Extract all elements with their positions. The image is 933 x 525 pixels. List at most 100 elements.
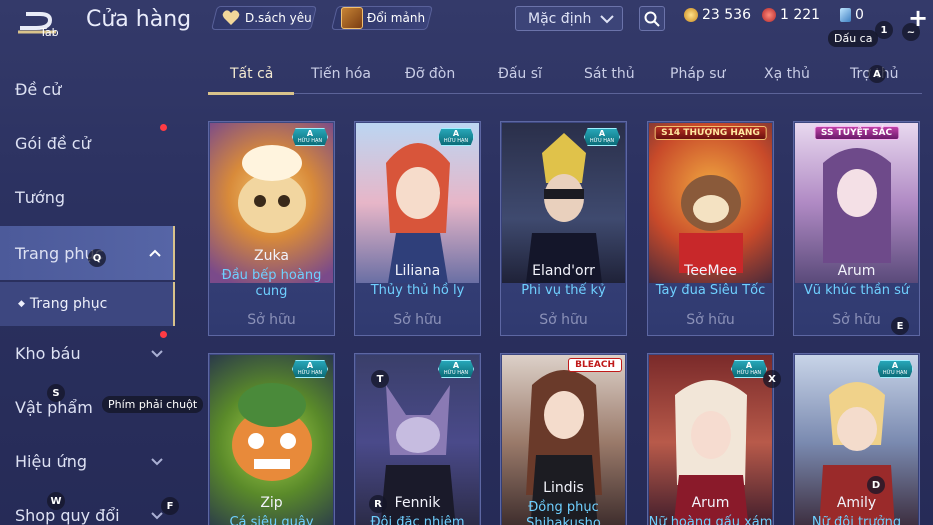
sidebar-item-label: Gói đề cử — [15, 133, 91, 153]
sidebar-item-treasure[interactable]: Kho báu — [0, 326, 175, 380]
page-title: Cửa hàng — [86, 7, 192, 32]
rank-badge: A HỮU HẠN — [438, 128, 474, 146]
sort-value: Mặc định — [528, 10, 592, 27]
hotkey-badge-f: F — [161, 497, 179, 515]
gold-coin-icon — [684, 8, 698, 22]
skin-name: Vũ khúc thần sứ — [803, 283, 910, 298]
owned-status: Sở hữu — [539, 312, 588, 328]
hero-name: Arum — [691, 495, 730, 511]
tab-tank[interactable]: Đỡ đòn — [405, 66, 455, 82]
hero-name: Eland'orr — [532, 263, 595, 279]
fragment-chest-icon — [341, 7, 363, 29]
skin-card[interactable]: A HỮU HẠN Zip Cá siêu quậy — [208, 353, 335, 525]
sidebar-subitem-skins[interactable]: ◆ Trang phục — [0, 282, 175, 326]
skin-name: Phi vụ thế kỷ — [521, 283, 606, 298]
hotkey-tooltip: Dấu ca — [828, 30, 879, 47]
hero-name: Liliana — [394, 263, 441, 279]
bullet-icon: ◆ — [18, 299, 25, 309]
sidebar-item-skins[interactable]: Trang phục — [0, 226, 175, 280]
gem-currency: 1 221 — [762, 7, 820, 23]
hero-name: Lindis — [543, 480, 584, 496]
tab-marksman[interactable]: Xạ thủ — [764, 66, 810, 82]
sort-dropdown[interactable]: Mặc định — [515, 6, 623, 31]
active-tab-indicator — [208, 92, 294, 95]
ruby-icon — [762, 8, 776, 22]
gold-currency: 23 536 — [684, 7, 751, 23]
skin-card[interactable]: SS TUYỆT SẮC Arum Vũ khúc thần sứ Sở hữu — [793, 121, 920, 336]
skin-name: Cá siêu quậy — [229, 515, 314, 525]
rank-badge: A HỮU HẠN — [438, 360, 474, 378]
tab-fighter[interactable]: Đấu sĩ — [498, 66, 542, 82]
hero-name: Zip — [260, 495, 283, 511]
hotkey-badge-r: R — [369, 495, 387, 513]
skin-card[interactable]: A HỮU HẠN Eland'orr Phi vụ thế kỷ Sở hữu — [500, 121, 627, 336]
skin-card[interactable]: A HỮU HẠN Liliana Thủy thủ hồ ly Sở hữu — [354, 121, 481, 336]
hotkey-badge-a: A — [868, 65, 886, 83]
hero-name: Zuka — [254, 248, 289, 264]
skin-name: Đồng phục Shihakusho — [526, 500, 601, 525]
sidebar-item-label: Shop quy đổi — [15, 505, 120, 525]
heart-icon — [221, 8, 241, 28]
skin-card[interactable]: S14 THƯỢNG HẠNG TeeMee Tay đua Siêu Tốc … — [647, 121, 774, 336]
sidebar-item-label: Đề cử — [15, 79, 62, 99]
hotkey-badge-d: D — [867, 476, 885, 494]
sidebar-item-featured-packs[interactable]: Gói đề cử — [0, 116, 175, 170]
voucher-currency: 0 — [840, 7, 864, 23]
hero-name: Arum — [837, 263, 876, 279]
skin-name: Đầu bếp hoàng cung — [221, 268, 322, 299]
tier-badge: SS TUYỆT SẮC — [813, 126, 900, 140]
owned-status: Sở hữu — [393, 312, 442, 328]
tier-badge: S14 THƯỢNG HẠNG — [654, 126, 767, 140]
skin-card[interactable]: A HỮU HẠN Arum Nữ hoàng gấu xám — [647, 353, 774, 525]
sidebar-item-heroes[interactable]: Tướng — [0, 170, 175, 224]
tab-all[interactable]: Tất cả — [230, 66, 273, 82]
hotkey-badge-q: Q — [88, 249, 106, 267]
skin-name: Tay đua Siêu Tốc — [655, 283, 766, 298]
owned-status: Sở hữu — [247, 312, 296, 328]
right-click-tooltip: Phím phải chuột — [102, 396, 204, 413]
skin-name: Nữ đội trưởng — [811, 515, 902, 525]
add-currency-button[interactable]: + — [908, 4, 928, 32]
rank-badge: A HỮU HẠN — [731, 360, 767, 378]
chevron-down-icon — [151, 350, 163, 358]
rank-badge: A HỮU HẠN — [584, 128, 620, 146]
sidebar-item-label: Tướng — [15, 187, 65, 207]
exchange-fragments-button[interactable]: Đổi mảnh — [331, 6, 433, 30]
chevron-down-icon — [600, 14, 614, 23]
sidebar-item-featured[interactable]: Đề cử — [0, 62, 175, 116]
rank-badge: A HỮU HẠN — [292, 360, 328, 378]
search-button[interactable] — [639, 6, 665, 31]
tab-hotkey-hint: Tab — [40, 26, 59, 39]
sidebar-item-exchange-shop[interactable]: Shop quy đổi — [0, 488, 175, 525]
hotkey-badge-w: W — [47, 492, 65, 510]
tab-assassin[interactable]: Sát thủ — [584, 66, 635, 82]
rank-badge: A HỮU HẠN — [292, 128, 328, 146]
skin-name: Nữ hoàng gấu xám — [648, 515, 773, 525]
hero-name: Amily — [836, 495, 877, 511]
gold-amount: 23 536 — [702, 7, 751, 23]
skin-card[interactable]: A HỮU HẠN Amily Nữ đội trưởng — [793, 353, 920, 525]
hotkey-badge-x: X — [763, 370, 781, 388]
skin-card[interactable]: BLEACH Lindis Đồng phục Shihakusho — [500, 353, 627, 525]
sidebar: Đề cử Gói đề cử Tướng Trang phục ◆ Trang… — [0, 62, 175, 525]
wishlist-button[interactable]: D.sách yêu — [211, 6, 317, 30]
tab-mage[interactable]: Pháp sư — [670, 66, 725, 82]
sidebar-item-effects[interactable]: Hiệu ứng — [0, 434, 175, 488]
hotkey-badge-t: T — [371, 370, 389, 388]
gem-amount: 1 221 — [780, 7, 821, 23]
notification-dot — [160, 331, 167, 338]
wishlist-label: D.sách yêu — [245, 11, 312, 25]
skin-name: Thủy thủ hồ ly — [370, 283, 465, 298]
voucher-amount: 0 — [855, 7, 864, 23]
top-bar: Tab Cửa hàng D.sách yêu Đổi mảnh Mặc địn… — [0, 0, 933, 47]
voucher-icon — [840, 8, 851, 22]
sidebar-item-label: Hiệu ứng — [15, 451, 87, 471]
category-tabs: Tất cả Tiến hóa Đỡ đòn Đấu sĩ Sát thủ Ph… — [208, 58, 922, 95]
chevron-up-icon — [149, 249, 161, 257]
hotkey-badge-e: E — [891, 317, 909, 335]
search-icon — [644, 11, 660, 27]
skin-portrait — [649, 123, 772, 283]
skin-card[interactable]: A HỮU HẠN Zuka Đầu bếp hoàng cung Sở hữu — [208, 121, 335, 336]
exchange-label: Đổi mảnh — [367, 11, 426, 25]
tab-evolution[interactable]: Tiến hóa — [311, 66, 371, 82]
